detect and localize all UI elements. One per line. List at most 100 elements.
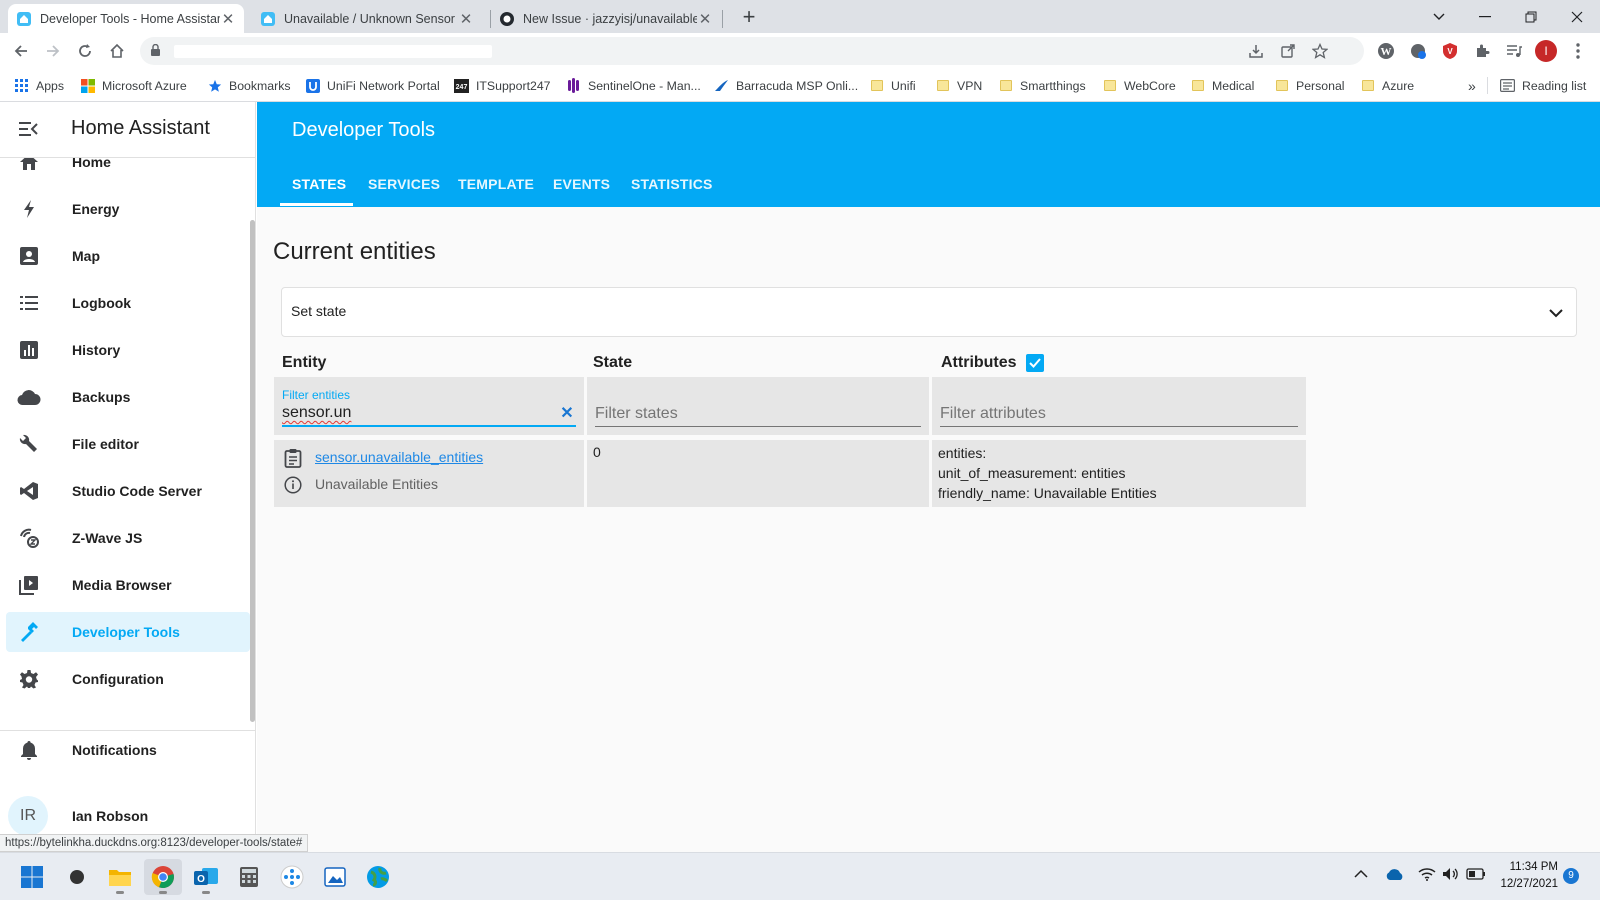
extensions-puzzle-icon[interactable] (1470, 39, 1494, 63)
sidebar-item-file-editor[interactable]: File editor (6, 424, 250, 464)
share-icon[interactable] (1280, 43, 1296, 59)
more-bookmarks-button[interactable]: » (1468, 69, 1476, 102)
sidebar-item-studio-code-server[interactable]: Studio Code Server (6, 471, 250, 511)
bookmark-sentinelone[interactable]: SentinelOne - Man... (566, 69, 701, 102)
tab-services[interactable]: SERVICES (356, 161, 452, 207)
shield-extension-icon[interactable]: V (1438, 39, 1462, 63)
home-browser-icon[interactable] (105, 39, 129, 63)
attributes-filter-field[interactable]: Filter attributes (940, 377, 1298, 427)
tab-template[interactable]: TEMPLATE (446, 161, 546, 207)
apps-grid-icon (14, 78, 29, 93)
sidebar-item-map[interactable]: Map (6, 236, 250, 276)
onedrive-cloud-icon[interactable] (1385, 868, 1405, 881)
state-filter-input[interactable]: Filter states (595, 405, 678, 423)
folder-icon (1360, 78, 1375, 93)
outlook-icon[interactable]: O (187, 859, 225, 895)
bookmark-bookmarks[interactable]: Bookmarks (207, 69, 291, 102)
volume-icon[interactable] (1442, 867, 1460, 881)
tab-states[interactable]: STATES (280, 161, 358, 207)
install-app-icon[interactable] (1248, 43, 1264, 59)
bookmark-folder-unifi[interactable]: Unifi (869, 69, 916, 102)
address-bar[interactable] (140, 37, 1364, 65)
close-tab-icon[interactable]: ✕ (697, 10, 713, 28)
battery-icon[interactable] (1466, 868, 1486, 880)
browser-tab-new-issue[interactable]: New Issue · jazzyisj/unavailable-entitie… (491, 4, 721, 33)
sidebar-item-notifications[interactable]: Notifications (6, 730, 250, 770)
minimize-button[interactable] (1462, 0, 1508, 33)
browser-tab-unavailable-sensor[interactable]: Unavailable / Unknown Sensor Monitor ✕ (252, 4, 482, 33)
close-window-button[interactable] (1554, 0, 1600, 33)
user-avatar[interactable]: IR (8, 796, 48, 836)
clear-filter-icon[interactable]: ✕ (558, 405, 576, 423)
info-icon[interactable] (284, 476, 302, 494)
file-explorer-icon[interactable] (101, 859, 139, 895)
new-tab-button[interactable]: + (735, 4, 763, 32)
browser-menu-icon[interactable] (1566, 39, 1590, 63)
copy-clipboard-icon[interactable] (284, 448, 302, 468)
system-clock[interactable]: 11:34 PM 12/27/2021 (1496, 859, 1558, 893)
browser-tab-developer-tools[interactable]: Developer Tools - Home Assistant ✕ (8, 4, 244, 33)
bookmark-folder-smartthings[interactable]: Smartthings (998, 69, 1086, 102)
tab-events[interactable]: EVENTS (541, 161, 622, 207)
bookmark-star-icon[interactable] (1312, 43, 1328, 59)
tab-search-icon[interactable] (1416, 0, 1462, 33)
sidebar-item-zwave-js[interactable]: Z-Wave JS (6, 518, 250, 558)
attributes-checkbox[interactable] (1026, 354, 1044, 372)
sidebar-item-logbook[interactable]: Logbook (6, 283, 250, 323)
restore-button[interactable] (1508, 0, 1554, 33)
bookmark-folder-azure[interactable]: Azure (1360, 69, 1414, 102)
tab-statistics[interactable]: STATISTICS (619, 161, 725, 207)
network-app-icon[interactable] (273, 859, 311, 895)
sidebar-scrollbar[interactable] (250, 220, 255, 722)
bookmark-barracuda[interactable]: Barracuda MSP Onli... (714, 69, 858, 102)
media-queue-icon[interactable] (1502, 39, 1526, 63)
globe-app-icon[interactable] (359, 859, 397, 895)
sidebar-item-configuration[interactable]: Configuration (6, 659, 250, 699)
bookmark-apps[interactable]: Apps (14, 69, 64, 102)
reading-list-button[interactable]: Reading list (1500, 69, 1586, 102)
sidebar-item-backups[interactable]: Backups (6, 377, 250, 417)
sidebar-item-label: Energy (72, 201, 120, 217)
clock-date: 12/27/2021 (1500, 878, 1558, 890)
state-filter-field[interactable]: Filter states (595, 377, 921, 427)
bell-icon (17, 738, 41, 762)
notification-count-badge[interactable]: 9 (1563, 868, 1579, 884)
forward-icon[interactable] (41, 39, 65, 63)
close-tab-icon[interactable]: ✕ (220, 10, 236, 28)
bookmark-folder-webcore[interactable]: WebCore (1102, 69, 1176, 102)
bookmark-folder-vpn[interactable]: VPN (935, 69, 982, 102)
attributes-filter-input[interactable]: Filter attributes (940, 405, 1046, 423)
windows-start-icon[interactable] (13, 859, 51, 895)
chevron-up-icon[interactable] (1354, 869, 1368, 878)
wifi-icon[interactable] (1418, 867, 1436, 881)
folder-icon (935, 78, 950, 93)
sidebar-item-label: Notifications (72, 742, 157, 758)
chrome-icon[interactable] (144, 859, 182, 895)
bookmark-itsupport247[interactable]: 247 ITSupport247 (454, 69, 551, 102)
entity-filter-input[interactable]: sensor.un (282, 404, 351, 422)
entity-filter-field[interactable]: Filter entities sensor.un ✕ (282, 377, 576, 427)
menu-toggle-icon[interactable] (18, 120, 38, 138)
sidebar-item-energy[interactable]: Energy (6, 189, 250, 229)
table-row-entity-cell: sensor.unavailable_entities Unavailable … (274, 440, 584, 507)
sidebar-item-developer-tools[interactable]: Developer Tools (6, 612, 250, 652)
calculator-icon[interactable] (230, 859, 268, 895)
bookmark-folder-personal[interactable]: Personal (1274, 69, 1345, 102)
reload-icon[interactable] (73, 39, 97, 63)
entity-id-link[interactable]: sensor.unavailable_entities (315, 449, 483, 465)
bookmark-folder-medical[interactable]: Medical (1190, 69, 1254, 102)
itsupport-icon: 247 (454, 78, 469, 93)
search-icon[interactable] (58, 859, 96, 895)
sidebar-item-history[interactable]: History (6, 330, 250, 370)
close-tab-icon[interactable]: ✕ (458, 10, 474, 28)
bookmark-unifi-portal[interactable]: UniFi Network Portal (305, 69, 440, 102)
photos-app-icon[interactable] (316, 859, 354, 895)
profile-avatar[interactable]: I (1534, 39, 1558, 63)
user-name[interactable]: Ian Robson (72, 808, 148, 824)
back-icon[interactable] (9, 39, 33, 63)
sidebar-item-media-browser[interactable]: Media Browser (6, 565, 250, 605)
wordpress-extension-icon[interactable]: W (1374, 39, 1398, 63)
bookmark-microsoft-azure[interactable]: Microsoft Azure (80, 69, 187, 102)
set-state-expander[interactable]: Set state (281, 287, 1577, 337)
extension-globe-icon[interactable] (1406, 39, 1430, 63)
